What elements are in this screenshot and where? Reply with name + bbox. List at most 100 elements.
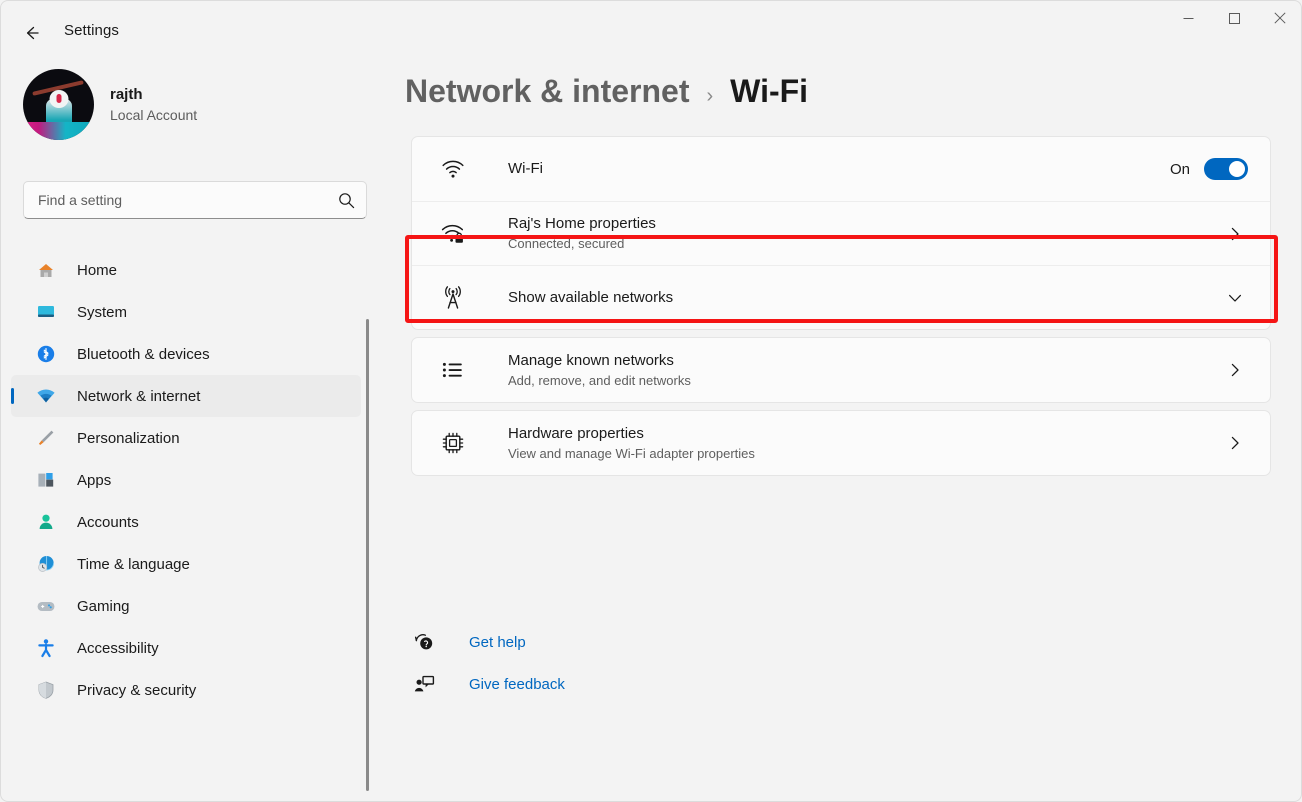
close-button[interactable] xyxy=(1257,1,1301,35)
sidebar-item-accounts[interactable]: Accounts xyxy=(11,501,361,543)
sidebar-item-label: Time & language xyxy=(77,555,190,573)
chevron-right-icon[interactable] xyxy=(1222,221,1248,247)
sidebar-item-label: Network & internet xyxy=(77,387,201,405)
search-button[interactable] xyxy=(326,182,366,218)
avatar xyxy=(23,69,94,140)
feedback-icon xyxy=(411,671,437,697)
network-properties-row[interactable]: Raj's Home properties Connected, secured xyxy=(412,201,1270,265)
sidebar-item-label: Apps xyxy=(77,471,112,489)
manage-known-networks-row[interactable]: Manage known networks Add, remove, and e… xyxy=(412,338,1270,402)
sidebar-item-privacy-security[interactable]: Privacy & security xyxy=(11,669,361,711)
show-available-networks-text: Show available networks xyxy=(508,288,1222,308)
account-name: rajth xyxy=(110,85,143,103)
accessibility-icon xyxy=(33,636,59,660)
maximize-icon xyxy=(1228,12,1240,24)
chevron-down-icon[interactable] xyxy=(1222,285,1248,311)
sidebar-item-time-language[interactable]: Time & language xyxy=(11,543,361,585)
list-icon xyxy=(436,353,470,387)
hardware-properties-chevron-wrap xyxy=(1222,430,1248,456)
get-help-link[interactable]: Get help xyxy=(411,625,526,659)
row-subtitle: Connected, secured xyxy=(508,236,625,251)
hardware-properties-card: Hardware properties View and manage Wi-F… xyxy=(411,410,1271,476)
broadcast-tower-icon xyxy=(436,281,470,315)
paintbrush-icon xyxy=(33,426,59,450)
toggle-state-label: On xyxy=(1169,160,1190,178)
search-icon xyxy=(338,192,354,208)
sidebar-item-network-internet[interactable]: Network & internet xyxy=(11,375,361,417)
clock-globe-icon xyxy=(33,552,59,576)
hardware-properties-row[interactable]: Hardware properties View and manage Wi-F… xyxy=(412,411,1270,475)
sidebar-item-label: System xyxy=(77,303,128,321)
content-area: Network & internet › Wi-Fi Wi-Fi On Raj'… xyxy=(373,63,1301,801)
sidebar-item-label: Home xyxy=(77,261,118,279)
row-title: Raj's Home properties xyxy=(508,215,656,232)
toggle-knob xyxy=(1229,161,1245,177)
breadcrumb: Network & internet › Wi-Fi xyxy=(405,73,808,110)
sidebar-item-system[interactable]: System xyxy=(11,291,361,333)
footer-links: Get help Give feedback xyxy=(411,625,565,709)
wifi-toggle-text: Wi-Fi xyxy=(508,159,1170,179)
chevron-right-icon: › xyxy=(706,85,714,107)
wifi-lock-icon xyxy=(436,217,470,251)
show-available-chevron-wrap xyxy=(1222,285,1248,311)
sidebar-item-label: Accessibility xyxy=(77,639,159,657)
page-title: Wi-Fi xyxy=(730,73,809,109)
back-button[interactable] xyxy=(15,17,49,49)
sidebar-item-apps[interactable]: Apps xyxy=(11,459,361,501)
wifi-toggle-control: On xyxy=(1170,158,1248,180)
sidebar-item-label: Accounts xyxy=(77,513,139,531)
settings-cards: Wi-Fi On Raj's Home properties Connected… xyxy=(411,136,1271,483)
sidebar-item-bluetooth[interactable]: Bluetooth & devices xyxy=(11,333,361,375)
wifi-card-group: Wi-Fi On Raj's Home properties Connected… xyxy=(411,136,1271,330)
bluetooth-icon xyxy=(33,342,59,366)
row-title: Manage known networks xyxy=(508,351,674,369)
maximize-button[interactable] xyxy=(1211,1,1257,35)
chevron-right-icon[interactable] xyxy=(1222,430,1248,456)
sidebar-item-home[interactable]: Home xyxy=(11,249,361,291)
breadcrumb-parent[interactable]: Network & internet xyxy=(405,73,689,110)
show-available-networks-row[interactable]: Show available networks xyxy=(412,265,1270,329)
sidebar-item-accessibility[interactable]: Accessibility xyxy=(11,627,361,669)
get-help-label: Get help xyxy=(469,633,526,651)
window-controls xyxy=(1165,1,1301,35)
give-feedback-link[interactable]: Give feedback xyxy=(411,667,565,701)
manage-known-chevron-wrap xyxy=(1222,357,1248,383)
wifi-toggle-row[interactable]: Wi-Fi On xyxy=(412,137,1270,201)
account-text: rajth Local Account xyxy=(110,85,197,125)
sidebar-item-label: Privacy & security xyxy=(77,681,197,699)
wifi-toggle-switch[interactable] xyxy=(1204,158,1248,180)
row-title: Hardware properties xyxy=(508,424,644,442)
account-card[interactable]: rajth Local Account xyxy=(23,69,197,140)
minimize-icon xyxy=(1183,17,1193,19)
sidebar-item-label: Personalization xyxy=(77,429,180,447)
sidebar-item-gaming[interactable]: Gaming xyxy=(11,585,361,627)
chevron-right-icon[interactable] xyxy=(1222,357,1248,383)
minimize-button[interactable] xyxy=(1165,1,1211,35)
home-icon xyxy=(33,258,59,282)
network-properties-chevron-wrap xyxy=(1222,221,1248,247)
network-properties-text: Raj's Home properties Connected, secured xyxy=(508,214,1222,253)
help-icon xyxy=(411,629,437,655)
search-input[interactable] xyxy=(24,192,326,208)
sidebar-scrollbar-thumb[interactable] xyxy=(366,319,369,791)
sidebar-scrollbar[interactable] xyxy=(366,319,369,791)
wifi-icon xyxy=(33,384,59,408)
sidebar-nav: Home System Bluetooth & devices Network … xyxy=(1,249,373,801)
row-title: Show available networks xyxy=(508,288,674,306)
account-subtitle: Local Account xyxy=(110,106,198,123)
settings-window: Settings rajth Local Account Find a sett… xyxy=(0,0,1302,802)
search-box[interactable] xyxy=(23,181,367,219)
manage-known-networks-text: Manage known networks Add, remove, and e… xyxy=(508,351,1222,390)
sidebar-item-label: Bluetooth & devices xyxy=(77,345,210,363)
arrow-left-icon xyxy=(26,26,39,40)
sidebar-item-personalization[interactable]: Personalization xyxy=(11,417,361,459)
apps-icon xyxy=(33,468,59,492)
give-feedback-label: Give feedback xyxy=(469,675,565,693)
row-subtitle: Add, remove, and edit networks xyxy=(508,372,691,388)
manage-known-networks-card: Manage known networks Add, remove, and e… xyxy=(411,337,1271,403)
hardware-properties-text: Hardware properties View and manage Wi-F… xyxy=(508,424,1222,463)
title-bar: Settings xyxy=(1,1,1301,63)
gamepad-icon xyxy=(33,594,59,618)
app-title: Settings xyxy=(64,22,119,39)
chip-icon xyxy=(436,426,470,460)
